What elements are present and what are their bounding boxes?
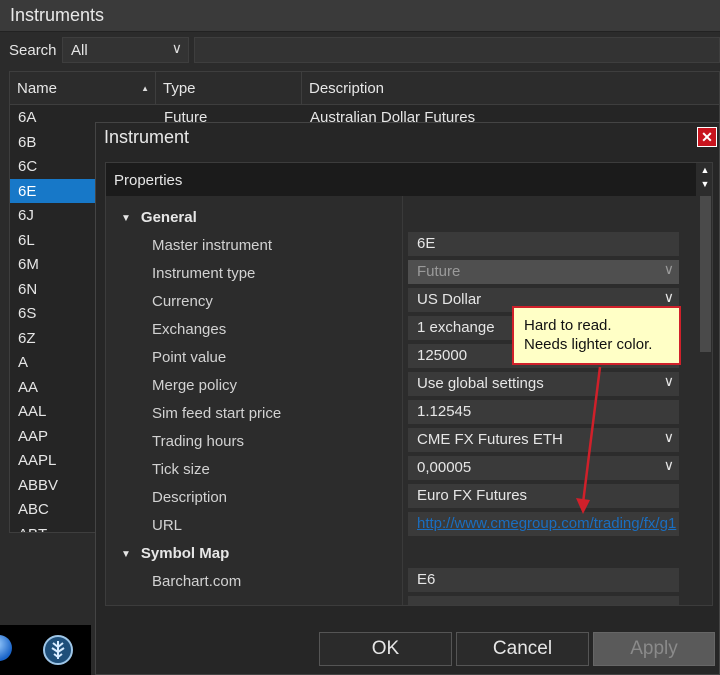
section-general[interactable]: ▼ General [121, 209, 197, 226]
property-value-text: Euro FX Futures [417, 487, 528, 504]
list-item[interactable]: 6J [10, 203, 95, 227]
list-item[interactable]: 6B [10, 130, 95, 154]
cancel-button[interactable]: Cancel [456, 632, 589, 666]
dialog-title: Instrument [96, 123, 719, 152]
property-value-text: 1 exchange [417, 319, 495, 336]
property-value-text: 125000 [417, 347, 468, 364]
annotation-line-2: Needs lighter color. [524, 336, 653, 353]
property-value[interactable]: E6 [408, 568, 679, 592]
list-item[interactable]: AAL [10, 399, 95, 423]
property-label: Exchanges [152, 321, 227, 338]
property-dropdown: Future ∨ [408, 260, 679, 284]
section-symbol-map[interactable]: ▼ Symbol Map [121, 545, 229, 562]
instruments-window-title: Instruments [0, 0, 720, 32]
property-label: Currency [152, 293, 213, 310]
property-value[interactable]: Euro FX Futures [408, 484, 679, 508]
list-item[interactable]: ABC [10, 497, 95, 521]
property-value-text: 1.12545 [417, 403, 472, 420]
scroll-up-icon[interactable]: ▲ [698, 165, 712, 177]
column-header-description-label: Description [309, 80, 385, 97]
list-item[interactable]: 6A [10, 105, 95, 129]
list-item[interactable]: AA [10, 375, 95, 399]
chevron-down-icon: ∨ [663, 261, 674, 277]
column-divider [402, 196, 403, 605]
list-item[interactable]: 6L [10, 228, 95, 252]
property-value-partial[interactable] [408, 596, 679, 605]
list-item[interactable]: AAP [10, 424, 95, 448]
ok-button[interactable]: OK [319, 632, 452, 666]
section-symbol-map-label: Symbol Map [140, 545, 230, 562]
list-item[interactable]: 6M [10, 252, 95, 276]
column-header-name-label: Name [17, 80, 58, 97]
url-link[interactable]: http://www.cmegroup.com/trading/fx/g1 [408, 512, 679, 536]
property-value-text: Future [417, 263, 461, 280]
property-dropdown[interactable]: 0,00005 ∨ [408, 456, 679, 480]
property-value-text: Use global settings [417, 375, 544, 392]
chevron-down-icon: ∨ [171, 40, 182, 56]
column-header-type[interactable]: Type [156, 72, 302, 105]
list-item[interactable]: A [10, 350, 95, 374]
property-label: Trading hours [152, 433, 244, 450]
collapse-triangle-icon: ▼ [121, 213, 131, 224]
chevron-down-icon: ∨ [663, 373, 674, 389]
property-value[interactable]: 6E [408, 232, 679, 256]
property-value-text: US Dollar [417, 291, 482, 308]
sort-ascending-icon: ▲ [141, 84, 149, 93]
property-value-text: 6E [417, 235, 436, 252]
property-label: Merge policy [152, 377, 238, 394]
close-button[interactable]: ✕ [697, 127, 717, 147]
list-item[interactable]: 6N [10, 277, 95, 301]
search-filter-select[interactable]: All ∨ [62, 37, 189, 63]
property-value-text: CME FX Futures ETH [417, 431, 563, 448]
properties-header: Properties [106, 163, 696, 196]
scrollbar[interactable] [697, 196, 712, 605]
property-label: Point value [152, 349, 227, 366]
property-dropdown[interactable]: Use global settings ∨ [408, 372, 679, 396]
search-label: Search [9, 42, 57, 59]
list-item[interactable]: ABBV [10, 473, 95, 497]
collapse-triangle-icon: ▼ [121, 549, 131, 560]
property-value-text: http://www.cmegroup.com/trading/fx/g1 [417, 515, 677, 532]
apply-button[interactable]: Apply [593, 632, 715, 666]
property-value[interactable]: 1.12545 [408, 400, 679, 424]
property-label: Master instrument [152, 237, 273, 254]
search-filter-value: All [71, 42, 88, 59]
app-tree-icon[interactable] [43, 635, 73, 665]
property-label: Description [152, 489, 228, 506]
property-label: URL [152, 517, 183, 534]
scroll-down-icon[interactable]: ▼ [698, 179, 712, 191]
instrument-dialog: Instrument ✕ Properties ▲ ▼ ▼ General Mas… [95, 122, 720, 675]
list-item[interactable]: 6S [10, 301, 95, 325]
property-label: Barchart.com [152, 573, 242, 590]
list-item[interactable]: 6C [10, 154, 95, 178]
property-label: Instrument type [152, 265, 256, 282]
column-header-name[interactable]: Name ▲ [10, 72, 156, 105]
list-item[interactable]: 6E [10, 178, 95, 203]
properties-grid: Properties ▲ ▼ ▼ General Master instrumen… [105, 162, 713, 606]
annotation-callout: Hard to read. Needs lighter color. [512, 306, 681, 365]
section-general-label: General [140, 209, 197, 226]
property-label: Sim feed start price [152, 405, 282, 422]
chevron-down-icon: ∨ [663, 457, 674, 473]
property-value-text: 0,00005 [417, 459, 472, 476]
chevron-down-icon: ∨ [663, 429, 674, 445]
scrollbar-thumb[interactable] [700, 196, 711, 352]
column-header-type-label: Type [163, 80, 196, 97]
list-item[interactable]: 6Z [10, 326, 95, 350]
property-label: Tick size [152, 461, 210, 478]
property-dropdown[interactable]: CME FX Futures ETH ∨ [408, 428, 679, 452]
list-item[interactable]: AAPL [10, 448, 95, 472]
annotation-line-1: Hard to read. [524, 317, 612, 334]
chevron-down-icon: ∨ [663, 289, 674, 305]
search-input[interactable] [194, 37, 720, 63]
list-item[interactable]: ABT [10, 522, 95, 533]
column-header-description[interactable]: Description [302, 72, 719, 105]
